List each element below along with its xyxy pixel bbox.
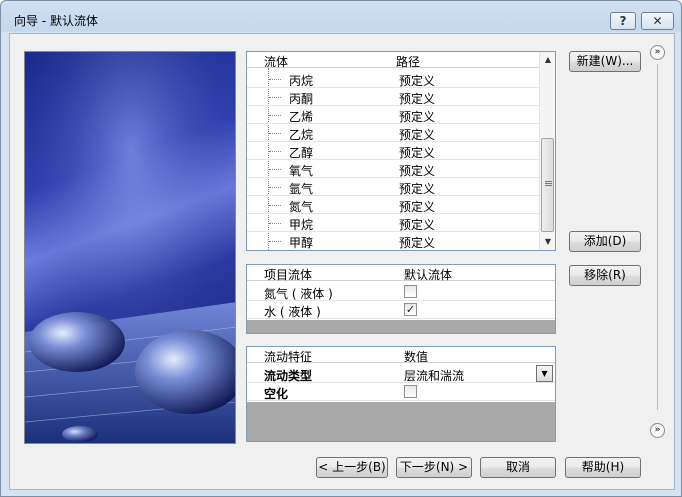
project-fluids-table: 项目流体 默认流体 氮气 ( 液体 ) 水 ( 液体 ) ✓: [246, 264, 556, 334]
title-bar: 向导 - 默认流体 ? ✕: [1, 1, 681, 33]
default-fluid-checkbox[interactable]: [404, 285, 417, 298]
cavitation-row[interactable]: 空化: [247, 383, 555, 401]
project-fluid-row[interactable]: 氮气 ( 液体 ): [247, 283, 555, 301]
tree-branch: [269, 151, 281, 152]
dialog-client: 流体 路径 丙烷 预定义 丙酮 预定义 乙烯 预定义 乙烷 预定义 乙醇 预定义…: [9, 33, 675, 490]
table-empty-area: [247, 402, 555, 441]
tree-branch: [269, 115, 281, 116]
fluid-path: 预定义: [399, 128, 436, 142]
fluid-name: 氮气: [289, 200, 314, 214]
scroll-grip: [545, 185, 552, 186]
back-button[interactable]: < 上一步(B): [316, 457, 388, 478]
fluid-name: 乙醇: [289, 146, 314, 160]
tree-branch: [269, 241, 281, 242]
project-fluid-name: 氮气 ( 液体 ): [264, 287, 333, 301]
cavitation-label: 空化: [264, 387, 289, 401]
col-header-default-fluid: 默认流体: [404, 268, 453, 282]
add-fluid-button[interactable]: 添加(D): [569, 231, 641, 252]
fluid-row[interactable]: 氧气 预定义: [247, 160, 539, 178]
fluid-path: 预定义: [399, 200, 436, 214]
fluid-row[interactable]: 乙烷 预定义: [247, 124, 539, 142]
scroll-grip: [545, 183, 552, 184]
tree-branch: [269, 223, 281, 224]
flow-type-label: 流动类型: [264, 369, 313, 383]
fluid-row[interactable]: 氩气 预定义: [247, 178, 539, 196]
close-title-button[interactable]: ✕: [641, 12, 674, 30]
flow-type-value[interactable]: 层流和湍流: [404, 367, 464, 384]
fluid-row[interactable]: 乙烯 预定义: [247, 106, 539, 124]
fluid-path: 预定义: [399, 74, 436, 88]
cavitation-checkbox[interactable]: [404, 385, 417, 398]
scroll-down-icon[interactable]: ▼: [540, 234, 556, 250]
next-button[interactable]: 下一步(N) >: [396, 457, 472, 478]
tree-branch: [269, 205, 281, 206]
scroll-grip: [545, 181, 552, 182]
tree-branch: [269, 169, 281, 170]
flow-props-header: 流动特征 数值: [247, 347, 555, 364]
fluid-path: 预定义: [399, 146, 436, 160]
fluid-path: 预定义: [399, 164, 436, 178]
chevron-down-icon[interactable]: ▼: [536, 365, 553, 382]
fluid-path: 预定义: [399, 92, 436, 106]
expand-top-icon[interactable]: »: [650, 45, 665, 60]
new-fluid-button[interactable]: 新建(W)...: [569, 51, 641, 72]
flow-characteristics-table: 流动特征 数值 流动类型 层流和湍流 ▼ 空化: [246, 346, 556, 442]
default-fluid-checkbox[interactable]: ✓: [404, 303, 417, 316]
tree-branch: [269, 133, 281, 134]
tree-branch: [269, 97, 281, 98]
side-divider: [657, 64, 658, 410]
fluid-row[interactable]: 丙烷 预定义: [247, 70, 539, 88]
project-fluid-row[interactable]: 水 ( 液体 ) ✓: [247, 301, 555, 319]
tree-branch: [269, 79, 281, 80]
fluid-name: 氩气: [289, 182, 314, 196]
help-title-button[interactable]: ?: [610, 12, 636, 30]
col-header-feature: 流动特征: [264, 350, 313, 364]
fluid-row[interactable]: 丙酮 预定义: [247, 88, 539, 106]
fluid-name: 丙酮: [289, 92, 314, 106]
col-header-path: 路径: [396, 55, 421, 69]
remove-fluid-button[interactable]: 移除(R): [569, 265, 641, 286]
project-fluid-name: 水 ( 液体 ): [264, 305, 321, 319]
expand-bottom-icon[interactable]: »: [650, 423, 665, 438]
wizard-window: 向导 - 默认流体 ? ✕ 流体 路径 丙烷 预定义 丙酮 预定义 乙烯 预定义…: [0, 0, 682, 497]
cancel-button[interactable]: 取消: [480, 457, 556, 478]
flow-type-row[interactable]: 流动类型 层流和湍流 ▼: [247, 365, 555, 383]
fluid-database-list: 流体 路径 丙烷 预定义 丙酮 预定义 乙烯 预定义 乙烷 预定义 乙醇 预定义…: [246, 51, 556, 251]
wizard-banner-image: [24, 51, 236, 444]
scroll-up-icon[interactable]: ▲: [540, 52, 556, 68]
scroll-thumb[interactable]: [541, 138, 554, 232]
project-fluids-header: 项目流体 默认流体: [247, 265, 555, 282]
table-empty-area: [247, 320, 555, 333]
window-title: 向导 - 默认流体: [14, 14, 98, 28]
fluid-row[interactable]: 甲烷 预定义: [247, 214, 539, 232]
fluid-name: 乙烯: [289, 110, 314, 124]
fluid-name: 甲醇: [289, 236, 314, 250]
fluid-name: 甲烷: [289, 218, 314, 232]
fluid-path: 预定义: [399, 218, 436, 232]
fluid-name: 乙烷: [289, 128, 314, 142]
fluid-list-header: 流体 路径: [247, 52, 539, 69]
help-button[interactable]: 帮助(H): [565, 457, 641, 478]
fluid-path: 预定义: [399, 110, 436, 124]
fluid-name: 氧气: [289, 164, 314, 178]
fluid-list-scrollbar[interactable]: ▲ ▼: [539, 52, 555, 250]
col-header-value: 数值: [404, 350, 429, 364]
fluid-path: 预定义: [399, 236, 436, 250]
tree-branch: [269, 187, 281, 188]
fluid-row[interactable]: 甲醇 预定义: [247, 232, 539, 250]
fluid-name: 丙烷: [289, 74, 314, 88]
fluid-row[interactable]: 氮气 预定义: [247, 196, 539, 214]
col-header-project-fluid: 项目流体: [264, 268, 313, 282]
fluid-path: 预定义: [399, 182, 436, 196]
fluid-row[interactable]: 乙醇 预定义: [247, 142, 539, 160]
